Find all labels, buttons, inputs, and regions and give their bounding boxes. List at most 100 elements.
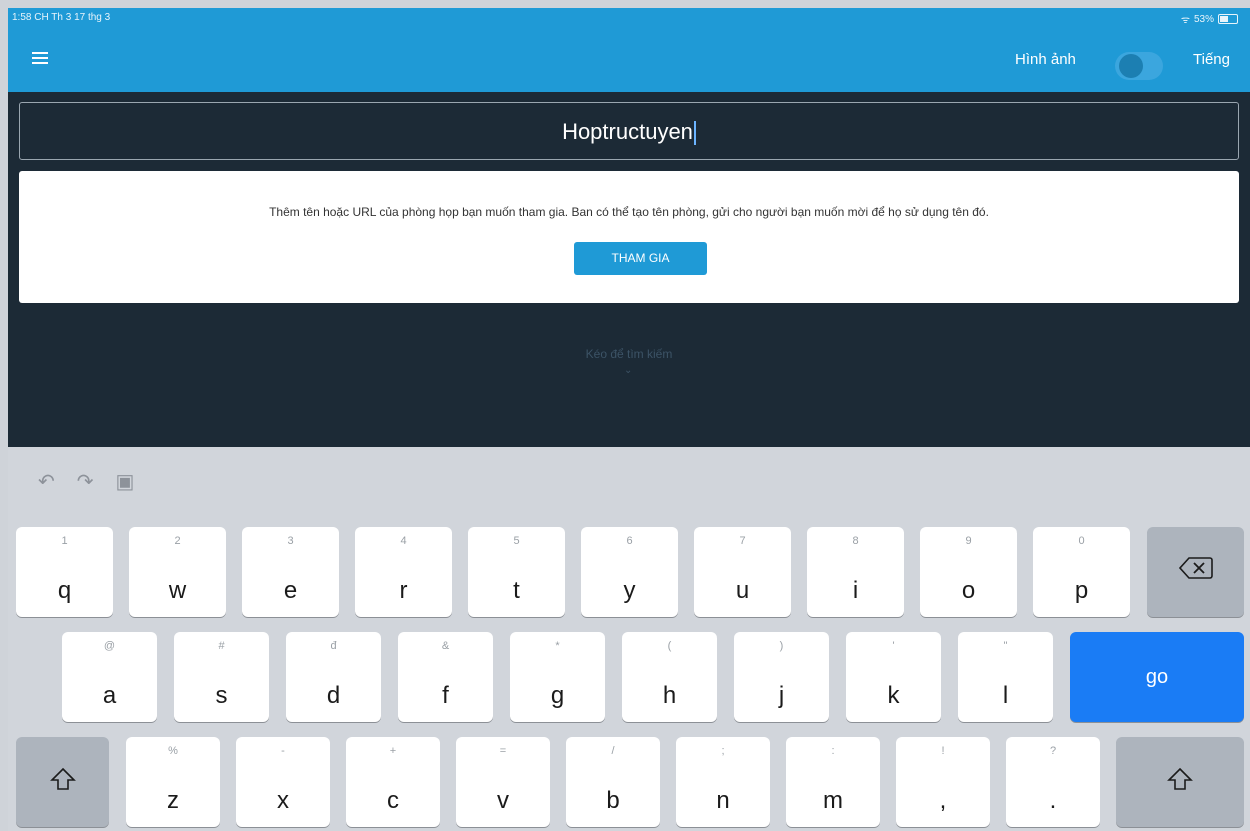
key-hint: & [441, 640, 450, 652]
key-k[interactable]: ' k [846, 632, 941, 722]
key-hint: / [611, 745, 615, 757]
key-hint: đ [330, 640, 337, 652]
key-g[interactable]: * g [510, 632, 605, 722]
key-b[interactable]: / b [566, 737, 660, 827]
key-hint: ( [667, 640, 672, 652]
key-label: g [550, 682, 565, 709]
backspace-key[interactable] [1147, 527, 1244, 617]
key-d[interactable]: đd [286, 632, 381, 722]
key-hint: ? [1049, 745, 1057, 757]
key-label: d [326, 682, 341, 709]
key-label: s [215, 682, 228, 709]
key-l[interactable]: " l [958, 632, 1053, 722]
key-label: a [102, 682, 117, 709]
key-hint: 5 [513, 535, 520, 547]
key-h[interactable]: (h [622, 632, 717, 722]
key-n[interactable]: ; n [676, 737, 770, 827]
key-hint: " [1003, 640, 1008, 652]
key-label: l [1002, 682, 1009, 709]
key-hint: ; [721, 745, 725, 757]
audio-video-toggle[interactable] [1115, 52, 1163, 80]
key-p[interactable]: 0p [1033, 527, 1130, 617]
key-label: f [442, 682, 449, 709]
key-y[interactable]: 6y [581, 527, 678, 617]
paste-icon[interactable]: ▣ [116, 469, 135, 494]
audio-label: Tiếng [1193, 51, 1230, 68]
key-hint: + [389, 745, 397, 757]
key-label: u [735, 577, 750, 604]
key-label: y [623, 577, 636, 604]
key-label: z [167, 787, 179, 814]
key-label: m [823, 787, 843, 814]
join-button[interactable]: THAM GIA [574, 242, 707, 275]
key-a[interactable]: @ a [62, 632, 157, 722]
key-o[interactable]: 9o [920, 527, 1017, 617]
key-hint: 8 [852, 535, 859, 547]
room-name-input[interactable]: Hoptructuyen [19, 102, 1239, 160]
key-m[interactable]: :m [786, 737, 880, 827]
undo-icon[interactable]: ↶ [38, 469, 55, 494]
status-bar: 1:58 CH Th 3 17 thg 3 ᯤ 53% [8, 8, 1250, 26]
key-r[interactable]: 4r [355, 527, 452, 617]
key-w[interactable]: 2w [129, 527, 226, 617]
status-time: 1:58 CH Th 3 17 thg 3 [12, 12, 111, 23]
key-hint: ! [941, 745, 945, 757]
key-label: x [277, 787, 289, 814]
key-hint: = [499, 745, 507, 757]
battery-percent: 53% [1193, 13, 1214, 25]
key-hint: 6 [626, 535, 633, 547]
key-hint: 0 [1078, 535, 1085, 547]
key-i[interactable]: 8i [807, 527, 904, 617]
key-u[interactable]: 7u [694, 527, 791, 617]
key-,[interactable]: !, [896, 737, 990, 827]
key-hint: 2 [174, 535, 181, 547]
key-hint: % [168, 745, 178, 757]
join-instructions: Thêm tên hoặc URL của phòng họp bạn muốn… [269, 205, 989, 219]
redo-icon[interactable]: ↷ [77, 469, 94, 494]
key-t[interactable]: 5t [468, 527, 565, 617]
swipe-hint: Kéo để tìm kiếm [585, 347, 673, 361]
key-hint: - [281, 745, 285, 757]
key-hint: 3 [287, 535, 294, 547]
key-label: t [513, 577, 520, 604]
key-x[interactable]: -x [236, 737, 330, 827]
key-label: w [168, 577, 187, 604]
shift-key-left[interactable] [16, 737, 109, 827]
key-z[interactable]: % z [126, 737, 220, 827]
key-hint: * [555, 640, 560, 652]
join-info-card: Thêm tên hoặc URL của phòng họp bạn muốn… [19, 171, 1239, 303]
key-label: c [387, 787, 399, 814]
key-f[interactable]: & f [398, 632, 493, 722]
key-label: e [283, 577, 298, 604]
key-s[interactable]: # s [174, 632, 269, 722]
shift-icon [16, 767, 109, 791]
toggle-knob [1119, 54, 1143, 78]
shift-key-right[interactable] [1116, 737, 1244, 827]
key-c[interactable]: + c [346, 737, 440, 827]
key-j[interactable]: ) j [734, 632, 829, 722]
key-hint: 9 [965, 535, 972, 547]
hamburger-menu-icon[interactable] [32, 52, 48, 66]
key-label: p [1074, 577, 1089, 604]
go-label: go [1145, 666, 1169, 688]
key-e[interactable]: 3e [242, 527, 339, 617]
key-.[interactable]: ?. [1006, 737, 1100, 827]
chevron-down-icon[interactable]: ⌄ [624, 365, 632, 376]
go-button[interactable]: go [1070, 632, 1244, 722]
key-label: o [961, 577, 976, 604]
key-hint: ) [779, 640, 784, 652]
shift-icon [1116, 767, 1244, 791]
video-label: Hình ảnh [1015, 51, 1076, 68]
key-label: b [606, 787, 620, 814]
key-label: j [778, 682, 785, 709]
app-header: Hình ảnh Tiếng [8, 26, 1250, 92]
key-hint: # [218, 640, 225, 652]
key-hint: ' [892, 640, 895, 652]
status-right: ᯤ 53% [1181, 12, 1238, 26]
key-q[interactable]: 1q [16, 527, 113, 617]
backspace-icon [1147, 557, 1244, 579]
key-v[interactable]: = v [456, 737, 550, 827]
key-hint: 1 [61, 535, 68, 547]
battery-icon [1218, 14, 1238, 24]
key-label: , [939, 787, 947, 814]
